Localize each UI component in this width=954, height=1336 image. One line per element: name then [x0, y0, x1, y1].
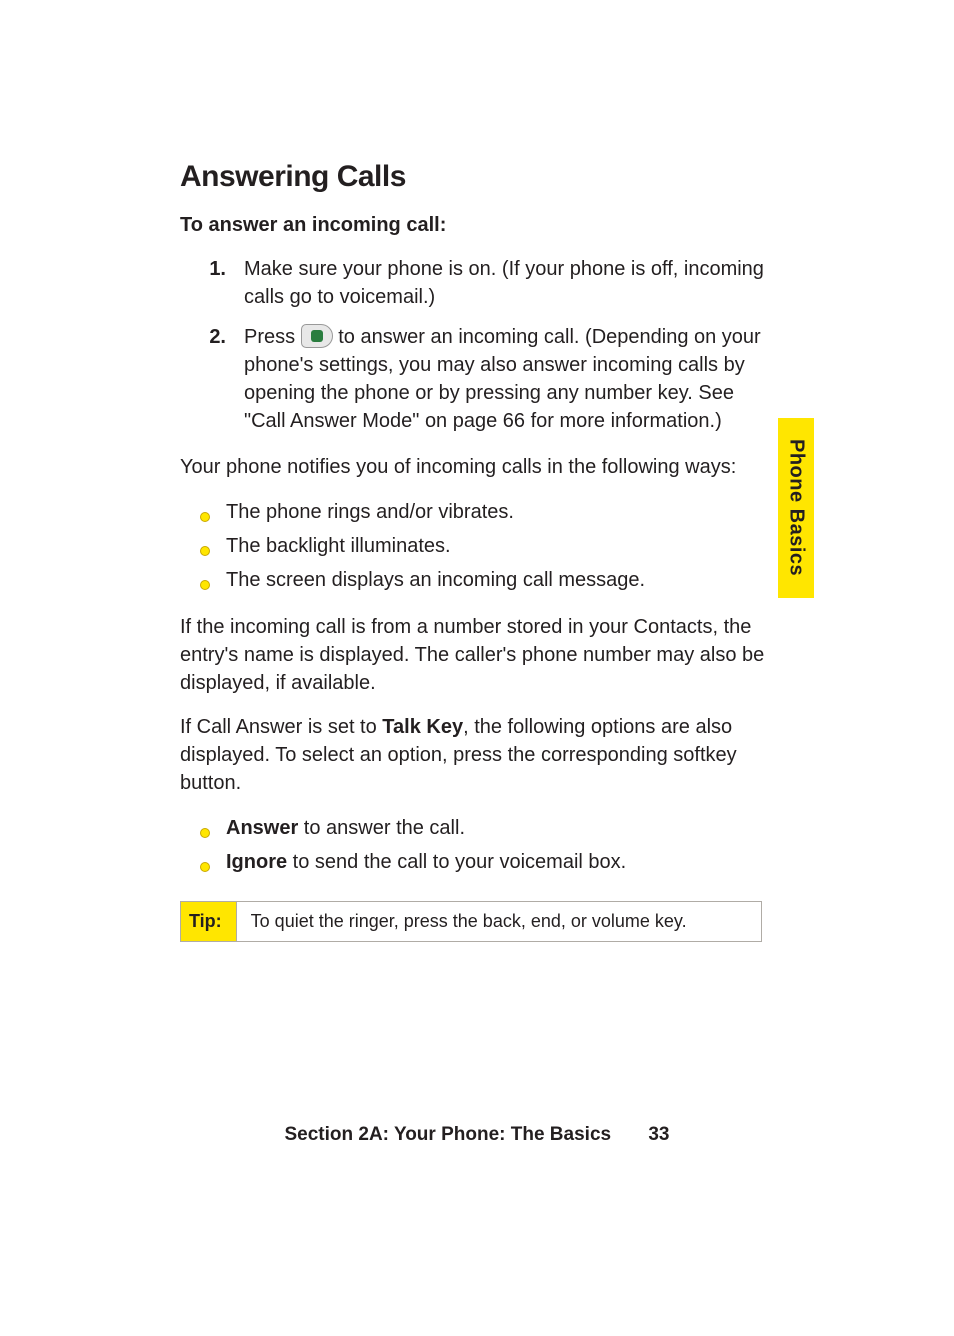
list-item: Ignore to send the call to your voicemai…: [180, 847, 774, 877]
instruction-subhead: To answer an incoming call:: [180, 214, 774, 237]
bullet-text: The backlight illuminates.: [226, 531, 774, 561]
footer-section: Section 2A: Your Phone: The Basics: [284, 1124, 611, 1145]
tip-label: Tip:: [181, 902, 237, 941]
bullet-text: The screen displays an incoming call mes…: [226, 565, 774, 595]
notify-intro: Your phone notifies you of incoming call…: [180, 453, 774, 481]
bullet-icon: [180, 531, 210, 561]
bullet-text: Answer to answer the call.: [226, 813, 774, 843]
side-tab-label: Phone Basics: [785, 439, 808, 576]
option-bold: Ignore: [226, 851, 287, 873]
talk-key-paragraph: If Call Answer is set to Talk Key, the f…: [180, 713, 774, 797]
text-before: If Call Answer is set to: [180, 716, 382, 738]
list-item: The screen displays an incoming call mes…: [180, 565, 774, 595]
step-marker: 1.: [180, 255, 226, 311]
page-container: Phone Basics Answering Calls To answer a…: [0, 0, 954, 1336]
contacts-paragraph: If the incoming call is from a number st…: [180, 613, 774, 697]
bullet-icon: [180, 847, 210, 877]
footer-page-number: 33: [648, 1124, 669, 1145]
option-bold: Answer: [226, 817, 298, 839]
page-footer: Section 2A: Your Phone: The Basics 33: [0, 1124, 954, 1146]
step-item: 1. Make sure your phone is on. (If your …: [180, 255, 774, 311]
step-prefix: Press: [244, 326, 301, 348]
step-text: Make sure your phone is on. (If your pho…: [244, 255, 774, 311]
option-rest: to answer the call.: [298, 817, 465, 839]
list-item: Answer to answer the call.: [180, 813, 774, 843]
talk-key-icon: [301, 324, 333, 348]
bullet-text: Ignore to send the call to your voicemai…: [226, 847, 774, 877]
step-marker: 2.: [180, 323, 226, 435]
notify-bullets: The phone rings and/or vibrates. The bac…: [180, 497, 774, 595]
step-item: 2. Press to answer an incoming call. (De…: [180, 323, 774, 435]
tip-content: To quiet the ringer, press the back, end…: [237, 902, 761, 941]
bullet-icon: [180, 565, 210, 595]
bullet-icon: [180, 497, 210, 527]
bullet-icon: [180, 813, 210, 843]
option-bullets: Answer to answer the call. Ignore to sen…: [180, 813, 774, 877]
list-item: The phone rings and/or vibrates.: [180, 497, 774, 527]
option-rest: to send the call to your voicemail box.: [287, 851, 626, 873]
page-heading: Answering Calls: [180, 160, 774, 194]
tip-box: Tip: To quiet the ringer, press the back…: [180, 901, 762, 942]
text-bold: Talk Key: [382, 716, 463, 738]
bullet-text: The phone rings and/or vibrates.: [226, 497, 774, 527]
numbered-steps: 1. Make sure your phone is on. (If your …: [180, 255, 774, 435]
side-tab: Phone Basics: [778, 418, 814, 598]
step-text: Press to answer an incoming call. (Depen…: [244, 323, 774, 435]
list-item: The backlight illuminates.: [180, 531, 774, 561]
